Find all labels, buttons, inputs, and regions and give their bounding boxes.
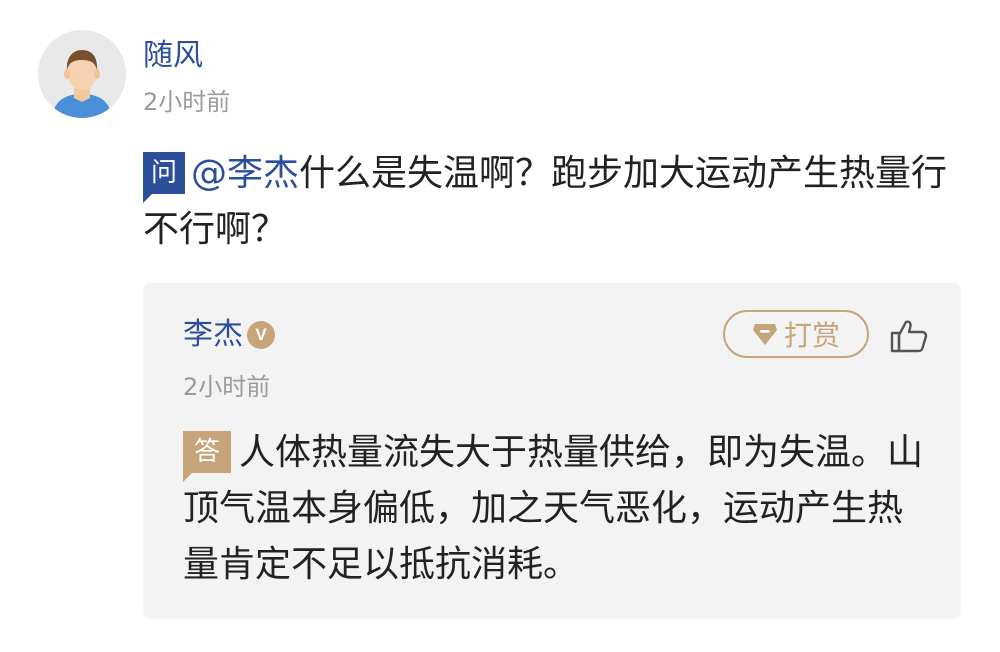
- answerer-row: 李杰 V: [183, 313, 275, 357]
- verified-badge-icon: V: [247, 321, 275, 349]
- question-text: 问 @李杰什么是失温啊？跑步加大运动产生热量行不行啊？: [143, 146, 963, 258]
- answerer-name[interactable]: 李杰: [183, 315, 243, 355]
- question-badge: 问: [143, 152, 185, 203]
- mention-link[interactable]: @李杰: [191, 153, 299, 194]
- gem-icon: [752, 324, 777, 345]
- avatar[interactable]: [38, 30, 126, 118]
- answer-card: 李杰 V 打赏 2小时前 答人体热量流失大于热量供给，即为失温。山顶气温本身偏低…: [143, 283, 961, 619]
- default-user-avatar-icon: [38, 30, 126, 118]
- asker-name[interactable]: 随风: [143, 36, 203, 76]
- reward-label: 打赏: [783, 319, 840, 352]
- comment-thread: 随风 2小时前 问 @李杰什么是失温啊？跑步加大运动产生热量行不行啊？ 李杰 V …: [0, 0, 1000, 652]
- answer-badge: 答: [183, 431, 231, 482]
- answer-body: 人体热量流失大于热量供给，即为失温。山顶气温本身偏低，加之天气恶化，运动产生热量…: [183, 432, 924, 585]
- thumbs-up-icon: [890, 320, 928, 353]
- reward-button[interactable]: 打赏: [723, 310, 869, 358]
- answer-text: 答人体热量流失大于热量供给，即为失温。山顶气温本身偏低，加之天气恶化，运动产生热…: [183, 425, 933, 593]
- like-button[interactable]: [889, 316, 929, 356]
- answer-timestamp: 2小时前: [183, 373, 271, 401]
- question-timestamp: 2小时前: [143, 88, 231, 116]
